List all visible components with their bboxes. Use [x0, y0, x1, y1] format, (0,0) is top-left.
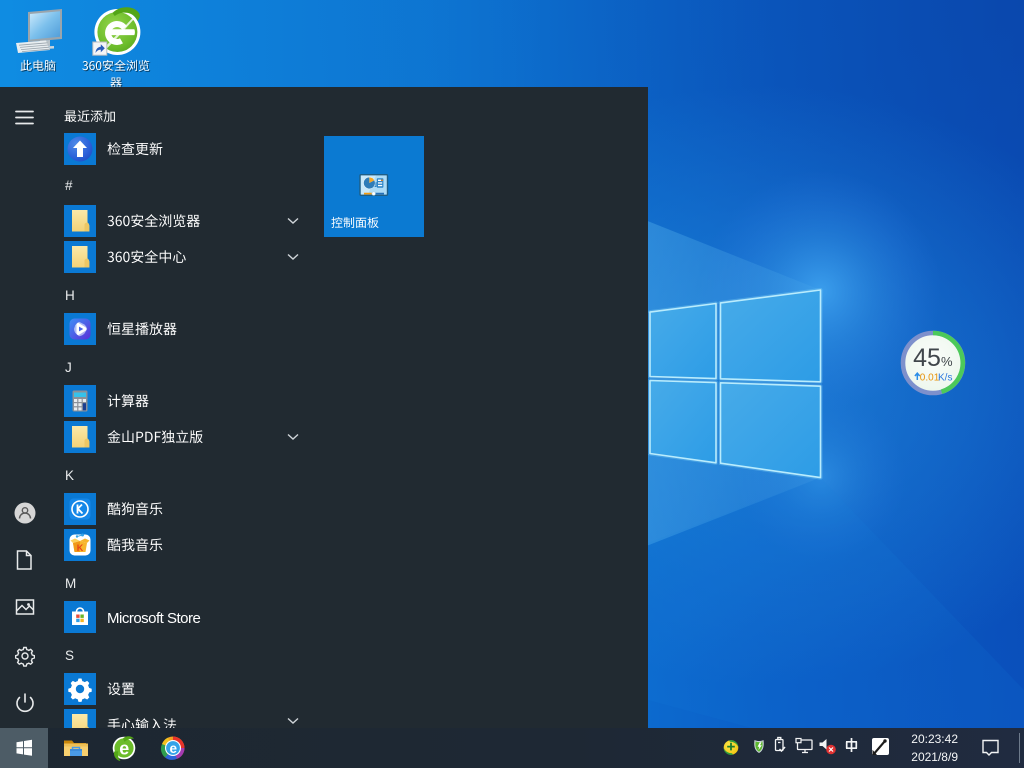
svg-text:K/s: K/s	[938, 373, 952, 384]
svg-text:45: 45	[913, 344, 941, 372]
svg-text:e: e	[169, 741, 177, 756]
svg-text:K: K	[77, 543, 84, 553]
svg-text:0.01: 0.01	[920, 373, 940, 384]
svg-text:e: e	[119, 739, 129, 759]
svg-text:%: %	[941, 354, 953, 369]
